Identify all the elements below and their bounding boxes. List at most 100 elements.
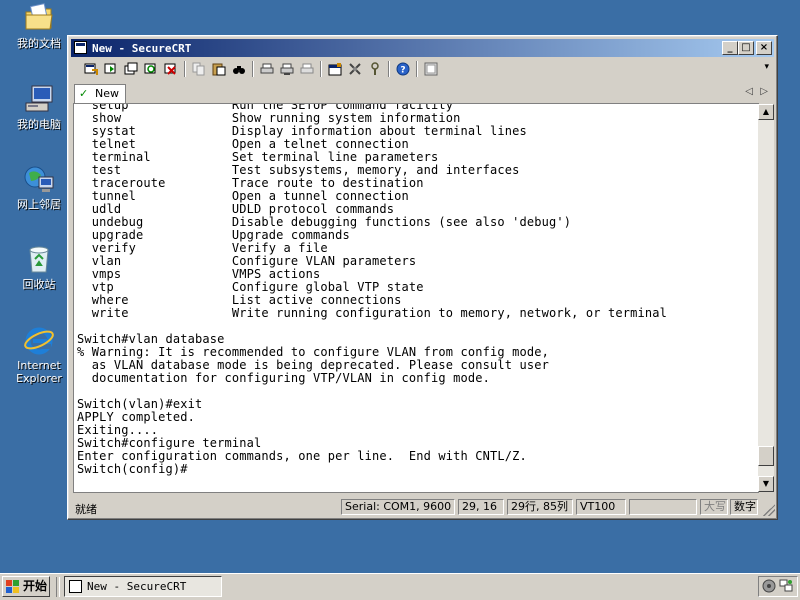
system-tray — [758, 576, 798, 597]
reconnect-icon — [144, 63, 156, 74]
start-label: 开始 — [23, 579, 48, 593]
copy-button[interactable] — [190, 60, 208, 78]
status-blank — [629, 499, 697, 515]
session-options-icon — [328, 63, 342, 76]
keymap-icon — [371, 62, 379, 75]
toolbar-separator — [416, 61, 418, 77]
title-bar[interactable]: New - SecureCRT _ □ × — [71, 39, 774, 57]
print-button[interactable] — [258, 60, 276, 78]
scroll-down-icon: ▼ — [762, 479, 770, 488]
paste-icon — [212, 63, 226, 76]
print-icon — [260, 63, 274, 74]
desktop-icon-recycle-bin[interactable]: 回收站 — [6, 243, 72, 291]
screenshot-icon — [424, 62, 438, 76]
taskbar-item-securecrt[interactable]: New - SecureCRT — [64, 576, 222, 597]
desktop-icon-label: 回收站 — [22, 278, 56, 291]
close-button[interactable]: × — [756, 41, 772, 55]
desktop-icon-label: 我的电脑 — [17, 118, 61, 131]
quick-connect-icon — [104, 63, 116, 74]
internet-explorer-icon — [23, 324, 55, 356]
folder-documents-icon — [23, 2, 55, 34]
windows-logo-icon — [6, 580, 19, 593]
taskbar-item-label: New - SecureCRT — [87, 580, 187, 593]
toolbar-separator — [252, 61, 254, 77]
toolbar-separator — [320, 61, 322, 77]
disconnect-button[interactable] — [162, 60, 180, 78]
status-emulation: VT100 — [576, 499, 626, 515]
tab-label: New — [95, 87, 119, 100]
connect-tab-icon — [124, 62, 138, 75]
desktop-icon-label: 网上邻居 — [17, 198, 61, 211]
terminal-text: setup Run the SETUP command facility sho… — [77, 103, 667, 476]
paste-button[interactable] — [210, 60, 228, 78]
desktop-icon-network[interactable]: 网上邻居 — [6, 163, 72, 211]
close-icon: × — [759, 42, 769, 53]
desktop-icon-label: 我的文档 — [17, 37, 61, 50]
connect-icon — [84, 63, 98, 75]
scroll-down-button[interactable]: ▼ — [758, 476, 774, 492]
connected-check-icon: ✓ — [79, 87, 89, 100]
connect-tab-button[interactable] — [122, 60, 140, 78]
status-ready: 就绪 — [75, 503, 97, 516]
status-size: 29行, 85列 — [507, 499, 573, 515]
print-setup-icon — [300, 63, 314, 74]
app-icon[interactable] — [74, 41, 87, 54]
desktop-icon-my-computer[interactable]: 我的电脑 — [6, 83, 72, 131]
status-caps: 大写 — [700, 499, 728, 515]
screenshot-button[interactable] — [422, 60, 440, 78]
resize-grip[interactable] — [763, 504, 775, 516]
recycle-bin-icon — [23, 243, 55, 275]
securecrt-window: New - SecureCRT _ □ × ? ▾ ✓ New ◁ ▷ setu… — [67, 35, 778, 520]
vertical-scrollbar[interactable]: ▲ ▼ — [758, 104, 774, 492]
taskbar: 开始 New - SecureCRT — [0, 573, 800, 600]
scroll-thumb[interactable] — [758, 445, 774, 466]
toolbar: ? ▾ — [80, 58, 771, 80]
desktop-icon-label: Explorer — [16, 372, 62, 385]
tab-scroll-right-icon[interactable]: ▷ — [760, 86, 768, 97]
find-button[interactable] — [230, 60, 248, 78]
reconnect-button[interactable] — [142, 60, 160, 78]
start-button[interactable]: 开始 — [2, 576, 50, 597]
toolbar-separator — [184, 61, 186, 77]
global-options-button[interactable] — [346, 60, 364, 78]
help-icon: ? — [396, 62, 410, 76]
print-selection-button[interactable] — [278, 60, 296, 78]
status-num: 数字 — [730, 499, 758, 515]
tab-bar: ✓ New ◁ ▷ — [72, 83, 773, 103]
window-title: New - SecureCRT — [92, 42, 192, 55]
print-setup-button[interactable] — [298, 60, 316, 78]
status-cursor: 29, 16 — [458, 499, 504, 515]
toolbar-separator — [388, 61, 390, 77]
disconnect-icon — [164, 63, 176, 75]
session-options-button[interactable] — [326, 60, 344, 78]
minimize-icon: _ — [727, 42, 733, 53]
network-icon — [23, 163, 55, 195]
app-icon — [69, 580, 82, 593]
network-tray-icon[interactable] — [779, 579, 793, 593]
maximize-icon: □ — [741, 42, 751, 53]
global-options-icon — [349, 63, 361, 75]
status-bar: 就绪 Serial: COM1, 9600 29, 16 29行, 85列 VT… — [70, 498, 775, 516]
maximize-button[interactable]: □ — [738, 41, 754, 55]
desktop-icon-internet-explorer[interactable]: Internet Explorer — [6, 324, 72, 385]
svg-text:?: ? — [400, 66, 405, 76]
computer-icon — [23, 83, 55, 115]
help-button[interactable]: ? — [394, 60, 412, 78]
copy-icon — [192, 62, 205, 76]
status-connection: Serial: COM1, 9600 — [341, 499, 455, 515]
tab-scroll-left-icon[interactable]: ◁ — [745, 86, 753, 97]
desktop-icon-label: Internet — [17, 359, 61, 372]
taskbar-separator — [56, 577, 60, 597]
minimize-button[interactable]: _ — [722, 41, 738, 55]
connect-button[interactable] — [82, 60, 100, 78]
desktop-icon-my-documents[interactable]: 我的文档 — [6, 2, 72, 50]
quick-connect-button[interactable] — [102, 60, 120, 78]
scroll-up-icon: ▲ — [762, 107, 770, 116]
keymap-button[interactable] — [366, 60, 384, 78]
toolbar-overflow-icon[interactable]: ▾ — [764, 62, 769, 72]
volume-icon[interactable] — [762, 579, 776, 593]
tab-new[interactable]: ✓ New — [74, 84, 126, 103]
scroll-up-button[interactable]: ▲ — [758, 104, 774, 120]
print-selection-icon — [280, 63, 294, 75]
terminal-output[interactable]: setup Run the SETUP command facility sho… — [73, 103, 759, 493]
